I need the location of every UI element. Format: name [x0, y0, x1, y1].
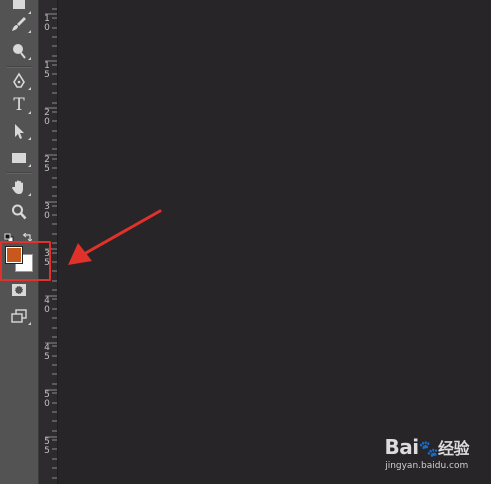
paw-icon: 🐾	[418, 439, 439, 458]
foreground-color-swatch[interactable]	[6, 247, 22, 263]
watermark-url: jingyan.baidu.com	[385, 461, 469, 471]
ruler-label: 4 5	[44, 343, 50, 362]
watermark-logo-suffix: 经验	[437, 439, 470, 458]
pen-tool-icon[interactable]	[7, 70, 31, 92]
default-colors-icon[interactable]	[4, 228, 14, 243]
ruler-label: 1 5	[44, 61, 50, 80]
watermark-logo: Bai🐾经验	[384, 436, 469, 460]
zoom-tool-icon[interactable]	[7, 201, 31, 223]
path-selection-tool-icon[interactable]	[7, 120, 31, 142]
rectangle-tool-icon[interactable]	[7, 147, 31, 169]
annotation-arrow-icon	[68, 209, 162, 265]
watermark: Bai🐾经验 jingyan.baidu.com	[384, 436, 469, 472]
brush-tool-icon[interactable]	[7, 13, 31, 35]
ruler-label: 5 0	[44, 390, 50, 409]
dodge-tool-icon[interactable]	[7, 40, 31, 62]
toolbar-separator	[6, 172, 32, 174]
quick-mask-icon[interactable]	[7, 279, 31, 301]
screen-mode-icon[interactable]	[7, 305, 31, 327]
type-tool-glyph: T	[13, 95, 25, 115]
ruler-label: 2 0	[44, 108, 50, 127]
swap-colors-icon[interactable]	[22, 228, 33, 243]
watermark-logo-text: Bai	[384, 435, 419, 459]
type-tool-icon[interactable]: T	[7, 94, 31, 116]
ruler-label: 2 5	[44, 155, 50, 174]
ruler-label: 3 0	[44, 202, 50, 221]
ruler-label: 5 5	[44, 437, 50, 456]
ruler-label: 1 0	[44, 14, 50, 33]
ruler-label: 4 0	[44, 296, 50, 315]
hand-tool-icon[interactable]	[7, 176, 31, 198]
toolbar-separator	[6, 66, 32, 68]
